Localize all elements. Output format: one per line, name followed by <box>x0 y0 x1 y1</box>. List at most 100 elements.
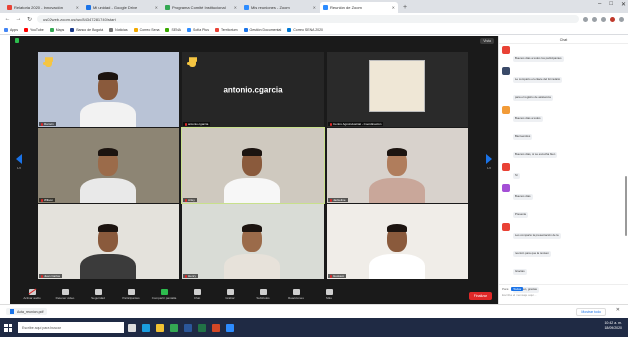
new-tab-button[interactable]: + <box>399 2 411 13</box>
encryption-shield-icon[interactable] <box>15 38 19 43</box>
bookmark-item[interactable]: Correo SENA 2020 <box>287 27 323 32</box>
maximize-button[interactable]: □ <box>609 1 613 8</box>
bookmark-item[interactable]: Gestión Documental <box>243 27 282 32</box>
file-explorer-icon[interactable] <box>156 323 164 332</box>
hand-thumb <box>43 62 46 65</box>
browser-tab[interactable]: Relatoria 2020 - Innovación ✕ <box>4 2 82 13</box>
bookmark-label: SENA <box>171 27 182 32</box>
share-screen-icon <box>160 289 168 295</box>
close-downloads-icon[interactable]: ✕ <box>616 307 620 313</box>
video-tile[interactable]: Henry <box>182 204 324 279</box>
video-tile[interactable]: Centro Agroindustrial - Coordinación <box>327 52 468 127</box>
chat-icon <box>193 289 201 295</box>
bookmarks-bar: Apps YouTube Maps Banco de Bogotá Noticias Co… <box>0 25 628 35</box>
participant-name: Juan Carlos <box>44 274 61 278</box>
chat-recipient-dropdown[interactable]: Todos <box>511 287 524 291</box>
toolbar-button-captions[interactable]: Subtítulos <box>249 289 277 300</box>
participant-body <box>224 178 280 203</box>
bookmark-favicon-icon <box>70 27 75 32</box>
browser-tab[interactable]: Programa Comité Institucional ✕ <box>162 2 240 13</box>
chat-message-body: Le comparto el enlace del formulario para… <box>513 67 625 103</box>
windows-start-icon[interactable] <box>4 323 12 332</box>
extension-icon[interactable] <box>601 16 606 22</box>
end-meeting-button[interactable]: Finalizar <box>468 292 492 300</box>
reload-icon[interactable]: ↻ <box>26 16 33 23</box>
tab-close-icon[interactable]: ✕ <box>313 5 316 10</box>
tab-close-icon[interactable]: ✕ <box>155 5 158 10</box>
bookmark-item[interactable]: Apps <box>4 27 18 32</box>
tab-label: Reunión de Zoom <box>330 5 362 10</box>
powerpoint-icon[interactable] <box>212 323 220 332</box>
bookmark-item[interactable]: Noticias <box>109 27 128 32</box>
toolbar-button-label: Más <box>326 296 332 300</box>
bookmark-favicon-icon <box>243 27 248 32</box>
star-icon[interactable] <box>583 16 588 22</box>
chrome-icon[interactable] <box>170 323 178 332</box>
toolbar-button-more[interactable]: Más <box>315 289 343 300</box>
toolbar-button-record[interactable]: Grabar <box>216 289 244 300</box>
url-input[interactable]: us02web.zoom.us/wc/84347281740/start <box>37 15 579 23</box>
next-page-button[interactable]: 1/2 <box>486 154 492 170</box>
avatar <box>502 67 510 75</box>
video-tile[interactable]: Arley <box>181 127 325 204</box>
excel-icon[interactable] <box>198 323 206 332</box>
participant-name: Wilson <box>44 198 54 202</box>
menu-icon[interactable] <box>619 16 624 22</box>
video-tile[interactable]: Wilson <box>38 128 179 203</box>
avatar <box>502 184 510 192</box>
show-all-downloads-button[interactable]: Mostrar todo <box>576 308 606 316</box>
forward-icon[interactable]: → <box>15 16 22 22</box>
video-tile[interactable]: antonio.cgarcia antonio.cgarcia <box>182 52 324 127</box>
bookmark-favicon-icon <box>165 27 170 32</box>
chat-panel: Chat Buenos días a todos los participant… <box>498 36 628 304</box>
view-button[interactable]: Vista <box>480 38 494 44</box>
bookmark-item[interactable]: SENA <box>165 27 182 32</box>
browser-tab-bar: Relatoria 2020 - Innovación ✕ Mi unidad - … <box>0 0 628 13</box>
taskbar-search-input[interactable]: Escribe aquí para buscar <box>18 322 124 333</box>
task-view-icon[interactable] <box>128 323 136 332</box>
bookmark-label: Gestión Documental <box>249 27 282 32</box>
tab-close-icon[interactable]: ✕ <box>392 5 395 10</box>
zoom-icon[interactable] <box>226 323 234 332</box>
bookmark-item[interactable]: Banco de Bogotá <box>70 27 103 32</box>
toolbar-button-microphone[interactable]: Activar audio <box>18 289 46 300</box>
system-tray-clock[interactable]: 10:42 a. m. 18/09/2020 <box>604 321 622 331</box>
close-window-button[interactable]: ✕ <box>621 1 626 8</box>
browser-tab[interactable]: Mi unidad - Google Drive ✕ <box>83 2 161 13</box>
toolbar-button-share-screen[interactable]: Compartir pantalla <box>150 289 178 300</box>
bookmark-item[interactable]: Territorium <box>214 27 238 32</box>
shared-document-preview <box>369 60 425 112</box>
video-tile[interactable]: Ramón <box>38 52 179 127</box>
toolbar-button-camera[interactable]: Detener video <box>51 289 79 300</box>
address-bar: ← → ↻ us02web.zoom.us/wc/84347281740/sta… <box>0 13 628 25</box>
toolbar-button-shield[interactable]: Seguridad <box>84 289 112 300</box>
chat-input[interactable]: Escriba el mensaje aquí... <box>502 293 626 301</box>
profile-avatar[interactable] <box>610 16 615 22</box>
bookmark-favicon-icon <box>187 27 192 32</box>
extension-icon[interactable] <box>592 16 597 22</box>
browser-tab[interactable]: Reunión de Zoom ✕ <box>320 2 398 13</box>
toolbar-button-participants[interactable]: Participantes <box>117 289 145 300</box>
previous-page-button[interactable]: 1/2 <box>16 154 22 170</box>
bookmark-item[interactable]: Sofía Plus <box>187 27 209 32</box>
chat-scrollbar[interactable] <box>625 176 627 236</box>
toolbar-button-reactions[interactable]: Reacciones <box>282 289 310 300</box>
browser-tab[interactable]: Mis reuniones - Zoom ✕ <box>241 2 319 13</box>
back-icon[interactable]: ← <box>4 16 11 22</box>
tab-close-icon[interactable]: ✕ <box>234 5 237 10</box>
participant-video <box>38 204 179 279</box>
download-item[interactable]: Acta_reunion.pdf <box>6 308 48 315</box>
word-icon[interactable] <box>184 323 192 332</box>
bookmark-item[interactable]: Maps <box>49 27 64 32</box>
chat-compose: Para: Todos Escriba el mensaje aquí... <box>499 284 628 304</box>
edge-icon[interactable] <box>142 323 150 332</box>
toolbar-button-chat[interactable]: Chat <box>183 289 211 300</box>
video-tile[interactable]: Gustavo <box>327 204 468 279</box>
tab-close-icon[interactable]: ✕ <box>76 5 79 10</box>
bookmark-item[interactable]: YouTube <box>23 27 44 32</box>
bookmark-item[interactable]: Correo Sena <box>133 27 159 32</box>
minimize-button[interactable]: – <box>598 1 601 8</box>
participant-name-tag: Ramón <box>39 122 56 126</box>
video-tile[interactable]: Juan Carlos <box>38 204 179 279</box>
video-tile[interactable]: Jackeline <box>327 128 468 203</box>
